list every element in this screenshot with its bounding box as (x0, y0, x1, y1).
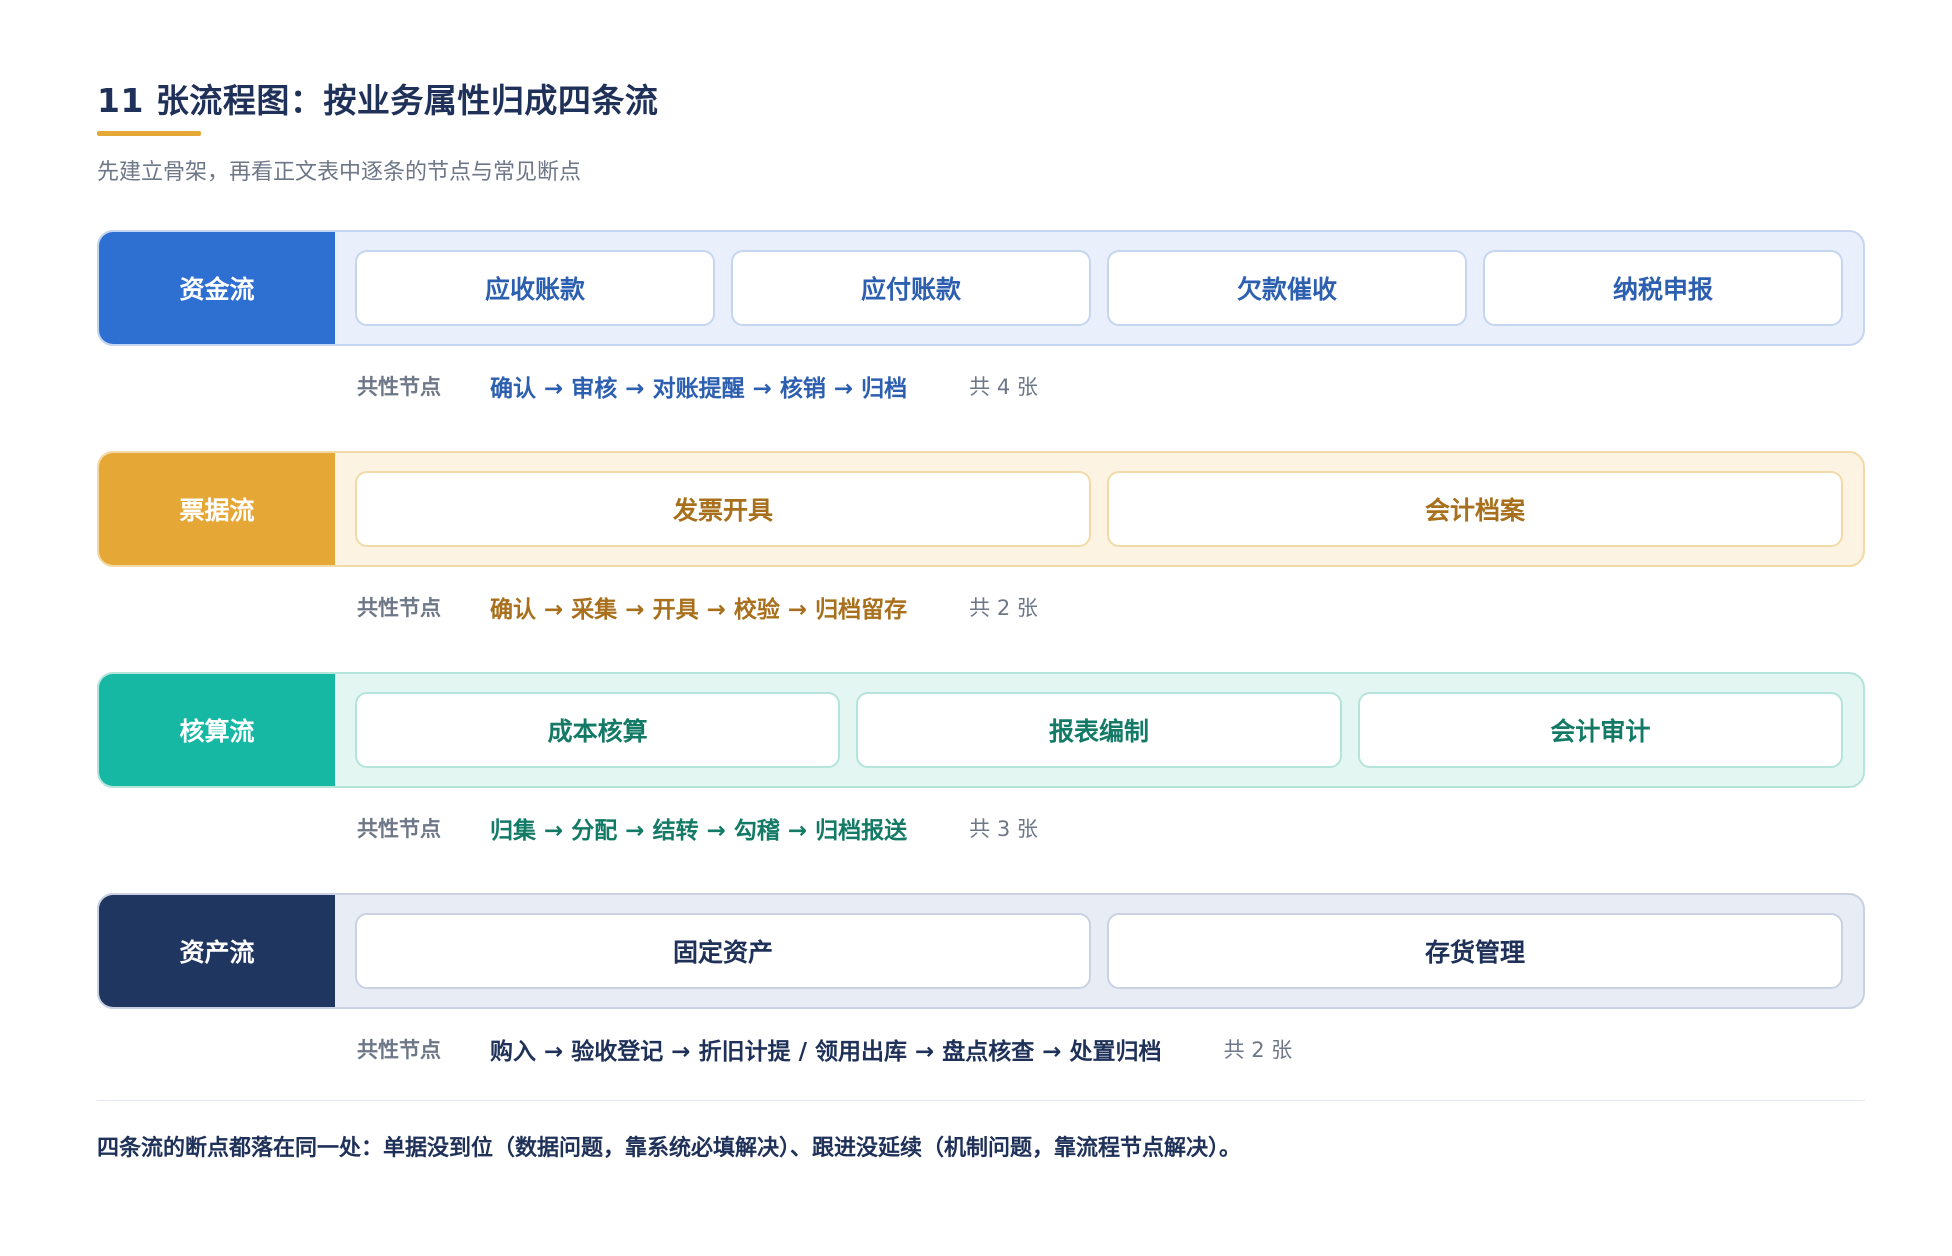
flow-cards: 应收账款 应付账款 欠款催收 纳税申报 (335, 232, 1863, 344)
common-nodes-label: 共性节点 (357, 596, 441, 620)
page-subtitle: 先建立骨架，再看正文表中逐条的节点与常见断点 (97, 160, 582, 185)
flow-cards: 成本核算 报表编制 会计审计 (335, 674, 1863, 786)
common-nodes-label: 共性节点 (357, 375, 441, 399)
common-nodes-line: 共性节点 归集 → 分配 → 结转 → 勾稽 → 归档报送 共 3 张 (357, 810, 1038, 846)
flow-card[interactable]: 纳税申报 (1483, 250, 1843, 326)
flow-card[interactable]: 固定资产 (355, 913, 1091, 989)
flow-label: 资金流 (99, 232, 335, 344)
flow-cards: 固定资产 存货管理 (335, 895, 1863, 1007)
common-nodes-sequence: 确认 → 采集 → 开具 → 校验 → 归档留存 (490, 597, 908, 623)
divider (97, 1100, 1865, 1101)
flow-card[interactable]: 会计审计 (1357, 692, 1843, 768)
common-nodes-label: 共性节点 (357, 817, 441, 841)
flow-card[interactable]: 报表编制 (856, 692, 1342, 768)
flow-label: 票据流 (99, 453, 335, 565)
page-title: 11 张流程图：按业务属性归成四条流 (97, 81, 659, 120)
common-nodes-label: 共性节点 (357, 1038, 441, 1062)
flow-card[interactable]: 欠款催收 (1107, 250, 1467, 326)
flow-card[interactable]: 存货管理 (1107, 913, 1843, 989)
footer-note: 四条流的断点都落在同一处：单据没到位（数据问题，靠系统必填解决）、跟进没延续（机… (97, 1136, 1242, 1161)
flow-cards: 发票开具 会计档案 (335, 453, 1863, 565)
flow-label: 资产流 (99, 895, 335, 1007)
common-nodes-sequence: 确认 → 审核 → 对账提醒 → 核销 → 归档 (490, 376, 908, 402)
chart-count: 共 4 张 (969, 375, 1038, 399)
flow-card[interactable]: 成本核算 (355, 692, 841, 768)
chart-count: 共 3 张 (969, 817, 1038, 841)
flow-row-invoice: 票据流 发票开具 会计档案 (97, 451, 1865, 567)
common-nodes-sequence: 归集 → 分配 → 结转 → 勾稽 → 归档报送 (490, 818, 908, 844)
flow-card[interactable]: 应收账款 (355, 250, 715, 326)
flow-card[interactable]: 发票开具 (355, 471, 1091, 547)
chart-count: 共 2 张 (1223, 1038, 1293, 1062)
flow-row-asset: 资产流 固定资产 存货管理 (97, 893, 1865, 1009)
flow-label: 核算流 (99, 674, 335, 786)
flow-card[interactable]: 应付账款 (731, 250, 1091, 326)
common-nodes-line: 共性节点 确认 → 审核 → 对账提醒 → 核销 → 归档 共 4 张 (357, 368, 1038, 404)
flow-card[interactable]: 会计档案 (1107, 471, 1843, 547)
common-nodes-line: 共性节点 购入 → 验收登记 → 折旧计提 / 领用出库 → 盘点核查 → 处置… (357, 1031, 1292, 1067)
flow-row-capital: 资金流 应收账款 应付账款 欠款催收 纳税申报 (97, 230, 1865, 346)
page: 11 张流程图：按业务属性归成四条流 先建立骨架，再看正文表中逐条的节点与常见断… (0, 0, 1952, 1256)
common-nodes-sequence: 购入 → 验收登记 → 折旧计提 / 领用出库 → 盘点核查 → 处置归档 (490, 1039, 1162, 1065)
chart-count: 共 2 张 (969, 596, 1038, 620)
title-underline (97, 131, 201, 136)
flow-row-accounting: 核算流 成本核算 报表编制 会计审计 (97, 672, 1865, 788)
common-nodes-line: 共性节点 确认 → 采集 → 开具 → 校验 → 归档留存 共 2 张 (357, 589, 1038, 625)
